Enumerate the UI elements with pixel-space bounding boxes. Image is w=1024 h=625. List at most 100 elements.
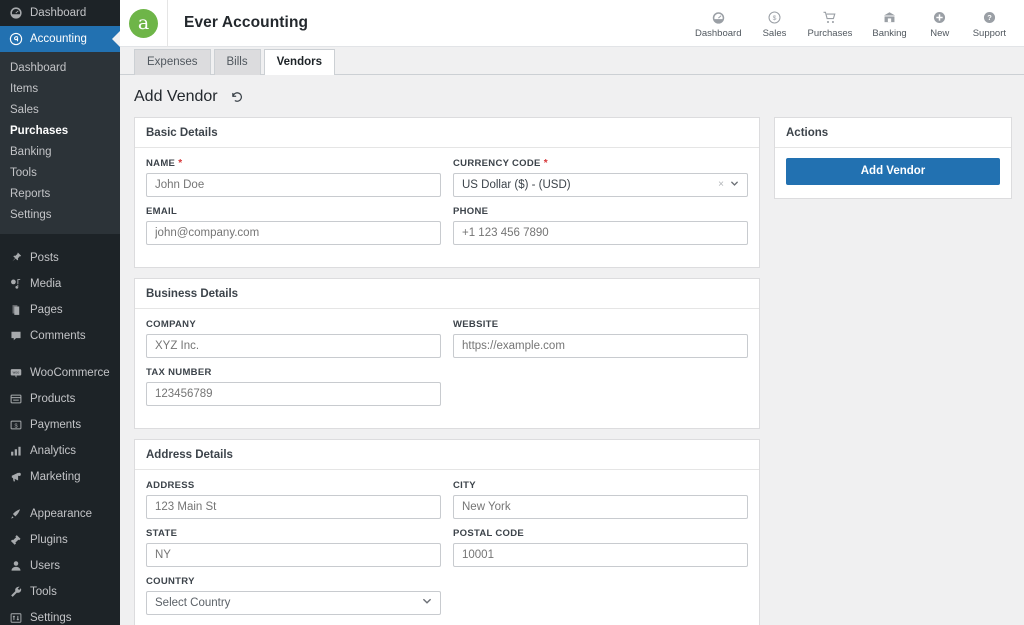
sidebar-item-woocommerce[interactable]: woo WooCommerce bbox=[0, 360, 120, 386]
sidebar-item-accounting[interactable]: Accounting bbox=[0, 26, 120, 52]
sidebar-item-settings[interactable]: Settings bbox=[0, 605, 120, 625]
add-vendor-button[interactable]: Add Vendor bbox=[786, 158, 1000, 185]
sidebar-item-plugins[interactable]: Plugins bbox=[0, 527, 120, 553]
tab-bills[interactable]: Bills bbox=[213, 49, 261, 75]
state-field[interactable] bbox=[146, 543, 441, 567]
sidebar-item-comments[interactable]: Comments bbox=[0, 323, 120, 349]
ever-accounting-logo-icon: a bbox=[129, 8, 158, 38]
sidebar-item-label: Payments bbox=[30, 419, 82, 431]
topnav-purchases[interactable]: Purchases bbox=[797, 7, 862, 39]
sidebar-item-analytics[interactable]: Analytics bbox=[0, 438, 120, 464]
submenu-item-reports[interactable]: Reports bbox=[0, 184, 120, 205]
tax-number-field[interactable] bbox=[146, 382, 441, 406]
undo-arrow-icon[interactable] bbox=[227, 88, 245, 106]
label-state: STATE bbox=[146, 528, 178, 539]
topnav-new[interactable]: New bbox=[917, 7, 963, 39]
card-title-basic-details: Basic Details bbox=[135, 118, 759, 148]
label-city: CITY bbox=[453, 480, 476, 491]
sidebar-item-users[interactable]: Users bbox=[0, 553, 120, 579]
sidebar-item-label: Marketing bbox=[30, 471, 81, 483]
topnav-label: Dashboard bbox=[695, 28, 742, 39]
marketing-icon bbox=[8, 470, 23, 485]
submenu-item-settings[interactable]: Settings bbox=[0, 205, 120, 226]
card-address-details: Address Details ADDRESS CITY bbox=[134, 439, 760, 625]
required-marker: * bbox=[175, 158, 183, 169]
sidebar-item-media[interactable]: Media bbox=[0, 271, 120, 297]
sidebar-item-appearance[interactable]: Appearance bbox=[0, 501, 120, 527]
form-column: Basic Details NAME * CURRENCY CODE * US … bbox=[134, 117, 760, 625]
wp-admin-sidebar: Dashboard Accounting Dashboard Items Sal… bbox=[0, 0, 120, 625]
submenu-item-sales[interactable]: Sales bbox=[0, 100, 120, 121]
country-select[interactable]: Select Country bbox=[146, 591, 441, 615]
form-row: COUNTRY Select Country bbox=[146, 576, 748, 624]
submenu-item-dashboard[interactable]: Dashboard bbox=[0, 58, 120, 79]
empty-cell bbox=[453, 576, 748, 624]
email-field[interactable] bbox=[146, 221, 441, 245]
topnav-label: Purchases bbox=[807, 28, 853, 39]
sidebar-item-posts[interactable]: Posts bbox=[0, 245, 120, 271]
plus-circle-icon bbox=[932, 9, 947, 26]
name-input[interactable] bbox=[146, 173, 441, 197]
form-row: COMPANY WEBSITE bbox=[146, 319, 748, 367]
city-field[interactable] bbox=[453, 495, 748, 519]
phone-field[interactable] bbox=[453, 221, 748, 245]
submenu-item-tools[interactable]: Tools bbox=[0, 163, 120, 184]
postal-code-field[interactable] bbox=[453, 543, 748, 567]
tab-expenses[interactable]: Expenses bbox=[134, 49, 211, 75]
main-area: a Ever Accounting Dashboard $ Sales Purc… bbox=[120, 0, 1024, 625]
tab-vendors[interactable]: Vendors bbox=[263, 49, 335, 75]
app-root: Dashboard Accounting Dashboard Items Sal… bbox=[0, 0, 1024, 625]
comment-icon bbox=[8, 329, 23, 344]
sidebar-item-tools[interactable]: Tools bbox=[0, 579, 120, 605]
submenu-item-items[interactable]: Items bbox=[0, 79, 120, 100]
field-group-currency: CURRENCY CODE * US Dollar ($) - (USD) × bbox=[453, 158, 748, 197]
field-group-email: EMAIL bbox=[146, 206, 441, 245]
sidebar-item-label: Users bbox=[30, 560, 61, 572]
media-icon bbox=[8, 277, 23, 292]
clear-selection-icon[interactable]: × bbox=[718, 174, 724, 196]
page-title: Add Vendor bbox=[134, 88, 218, 105]
settings-icon bbox=[8, 611, 23, 625]
label-tax-number: TAX NUMBER bbox=[146, 367, 212, 378]
accounting-icon bbox=[8, 32, 23, 47]
sidebar-item-label: Dashboard bbox=[30, 7, 87, 19]
chevron-down-icon bbox=[422, 592, 432, 614]
topnav-banking[interactable]: Banking bbox=[862, 7, 916, 39]
topnav-sales[interactable]: $ Sales bbox=[751, 7, 797, 39]
content-columns: Basic Details NAME * CURRENCY CODE * US … bbox=[120, 117, 1024, 625]
company-field[interactable] bbox=[146, 334, 441, 358]
topnav-label: New bbox=[930, 28, 950, 39]
address-field[interactable] bbox=[146, 495, 441, 519]
sidebar-item-label: Accounting bbox=[30, 33, 87, 45]
website-field[interactable] bbox=[453, 334, 748, 358]
sidebar-item-pages[interactable]: Pages bbox=[0, 297, 120, 323]
appearance-icon bbox=[8, 507, 23, 522]
app-logo[interactable]: a bbox=[120, 0, 168, 47]
submenu-item-purchases[interactable]: Purchases bbox=[0, 121, 120, 142]
sidebar-item-label: Pages bbox=[30, 304, 63, 316]
app-header: a Ever Accounting Dashboard $ Sales Purc… bbox=[120, 0, 1024, 47]
sidebar-item-payments[interactable]: $ Payments bbox=[0, 412, 120, 438]
card-actions: Actions Add Vendor bbox=[774, 117, 1012, 199]
sidebar-item-marketing[interactable]: Marketing bbox=[0, 464, 120, 490]
sidebar-divider-3 bbox=[0, 490, 120, 501]
payments-icon: $ bbox=[8, 418, 23, 433]
tab-bar: Expenses Bills Vendors bbox=[120, 47, 1024, 75]
form-row: ADDRESS CITY bbox=[146, 480, 748, 528]
submenu-item-banking[interactable]: Banking bbox=[0, 142, 120, 163]
currency-code-select[interactable]: US Dollar ($) - (USD) × bbox=[453, 173, 748, 197]
topnav-dashboard[interactable]: Dashboard bbox=[685, 7, 751, 39]
field-group-phone: PHONE bbox=[453, 206, 748, 245]
card-body-address-details: ADDRESS CITY STATE bbox=[135, 470, 759, 625]
topnav-support[interactable]: ? Support bbox=[963, 7, 1016, 39]
sidebar-item-products[interactable]: Products bbox=[0, 386, 120, 412]
pin-icon bbox=[8, 251, 23, 266]
accounting-submenu: Dashboard Items Sales Purchases Banking … bbox=[0, 52, 120, 234]
pages-icon bbox=[8, 303, 23, 318]
gauge-icon bbox=[711, 9, 726, 26]
sidebar-divider-2 bbox=[0, 349, 120, 360]
topnav-label: Banking bbox=[872, 28, 907, 39]
tools-icon bbox=[8, 585, 23, 600]
topnav-label: Sales bbox=[762, 28, 787, 39]
sidebar-item-dashboard[interactable]: Dashboard bbox=[0, 0, 120, 26]
